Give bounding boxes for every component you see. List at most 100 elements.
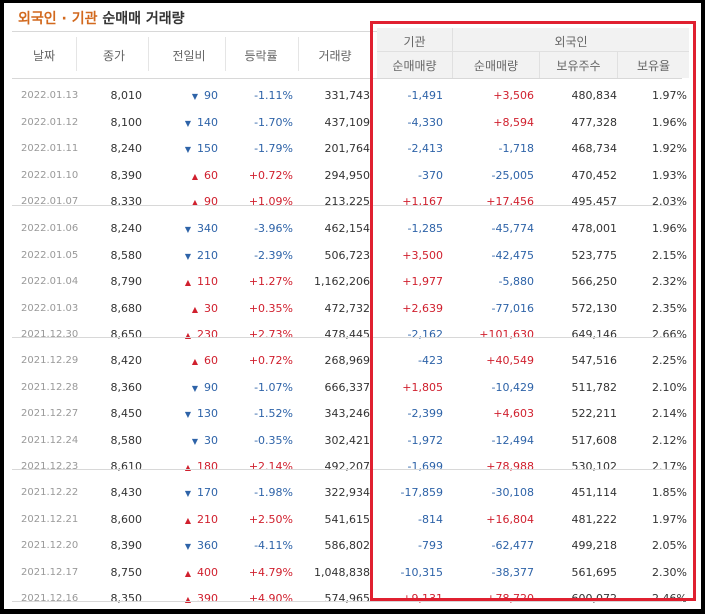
cell-change: ▲ 400	[152, 560, 218, 585]
cell-close: 8,680	[110, 301, 143, 315]
cell-change-value: 230	[197, 328, 218, 341]
cell-change: ▲ 110	[152, 269, 218, 294]
cell-volume: 294,950	[324, 168, 371, 182]
cell-change: ▲ 30	[152, 296, 218, 321]
cell-date: 2022.01.10	[21, 169, 79, 181]
cell-close: 8,450	[110, 407, 143, 420]
cell-date: 2022.01.13	[21, 90, 79, 101]
highlight-box	[370, 21, 696, 601]
cell-close: 8,610	[110, 460, 143, 473]
cell-change-value: 170	[197, 486, 218, 499]
cell-change: ▼ 90	[152, 375, 218, 400]
cell-date: 2022.01.03	[21, 302, 79, 314]
group-divider	[12, 601, 682, 602]
cell-change: ▼ 210	[152, 243, 218, 268]
cell-volume: 586,802	[324, 539, 371, 552]
cell-change: ▼ 150	[152, 136, 218, 161]
triangle-up-icon: ▲	[184, 331, 191, 340]
header-close: 종가	[102, 49, 126, 63]
triangle-down-icon: ▼	[191, 92, 198, 101]
header-volume: 거래량	[318, 49, 352, 63]
cell-change: ▲ 60	[152, 348, 218, 373]
cell-date: 2021.12.17	[21, 566, 79, 578]
cell-change-value: 60	[204, 354, 218, 367]
header-separator	[298, 37, 299, 71]
cell-rate: -1.11%	[254, 89, 293, 102]
cell-volume: 213,225	[324, 195, 371, 208]
cell-close: 8,360	[110, 380, 143, 394]
header-separator	[225, 37, 226, 71]
cell-volume: 472,732	[324, 301, 371, 315]
cell-close: 8,430	[110, 486, 143, 499]
cell-rate: -1.79%	[254, 142, 293, 155]
cell-volume: 492,207	[324, 460, 371, 473]
cell-change-value: 90	[204, 195, 218, 208]
cell-close: 8,390	[110, 539, 143, 552]
triangle-down-icon: ▼	[184, 489, 191, 498]
cell-close: 8,650	[110, 328, 143, 341]
title-accent: 외국인 · 기관	[18, 11, 98, 27]
cell-close: 8,330	[110, 195, 143, 208]
cell-change: ▼ 170	[152, 480, 218, 505]
cell-change-value: 180	[197, 460, 218, 473]
cell-change-value: 210	[197, 512, 218, 526]
cell-close: 8,600	[110, 512, 143, 526]
cell-change-value: 340	[197, 222, 218, 235]
cell-rate: -4.11%	[254, 539, 293, 552]
cell-volume: 1,162,206	[314, 275, 370, 288]
cell-date: 2022.01.07	[21, 196, 79, 207]
cell-change-value: 110	[197, 275, 218, 288]
cell-date: 2021.12.23	[21, 461, 79, 472]
cell-close: 8,390	[110, 168, 143, 182]
cell-change: ▲ 390	[152, 586, 218, 611]
cell-change-value: 90	[204, 380, 218, 394]
cell-close: 8,350	[110, 592, 143, 605]
canvas: 외국인 · 기관 순매매 거래량 날짜 종가 전일비 등락률 거래량 기관 외국…	[4, 3, 701, 609]
cell-rate: -3.96%	[254, 222, 293, 235]
cell-date: 2021.12.20	[21, 540, 79, 551]
triangle-down-icon: ▼	[191, 436, 198, 446]
cell-close: 8,240	[110, 222, 143, 235]
cell-change-value: 60	[204, 168, 218, 182]
cell-rate: +2.73%	[248, 328, 293, 341]
cell-rate: -1.07%	[254, 380, 293, 394]
cell-rate: +0.72%	[248, 168, 293, 182]
cell-date: 2021.12.24	[21, 434, 79, 446]
cell-rate: +1.09%	[248, 195, 293, 208]
cell-close: 8,240	[110, 142, 143, 155]
triangle-up-icon: ▲	[184, 278, 191, 287]
cell-close: 8,580	[110, 433, 143, 447]
cell-close: 8,750	[110, 565, 143, 579]
cell-close: 8,420	[110, 354, 143, 367]
cell-date: 2021.12.27	[21, 408, 79, 419]
cell-change-value: 130	[197, 407, 218, 420]
cell-rate: -2.39%	[254, 248, 293, 262]
cell-volume: 268,969	[324, 354, 371, 367]
cell-date: 2022.01.12	[21, 116, 79, 128]
triangle-up-icon: ▲	[184, 463, 191, 472]
cell-volume: 322,934	[324, 486, 371, 499]
cell-date: 2021.12.30	[21, 329, 79, 340]
cell-volume: 343,246	[324, 407, 371, 420]
cell-date: 2021.12.29	[21, 355, 79, 366]
cell-change-value: 360	[197, 539, 218, 552]
cell-rate: +0.72%	[248, 354, 293, 367]
cell-close: 8,580	[110, 248, 143, 262]
cell-change: ▼ 130	[152, 401, 218, 426]
cell-volume: 666,337	[324, 380, 371, 394]
cell-close: 8,790	[110, 275, 143, 288]
cell-date: 2021.12.16	[21, 593, 79, 604]
cell-volume: 506,723	[324, 248, 371, 262]
cell-volume: 1,048,838	[314, 565, 370, 579]
cell-date: 2022.01.04	[21, 276, 79, 287]
cell-change-value: 150	[197, 142, 218, 155]
cell-close: 8,010	[110, 89, 143, 102]
cell-change: ▲ 180	[152, 454, 218, 479]
triangle-down-icon: ▼	[184, 118, 191, 128]
triangle-down-icon: ▼	[184, 251, 191, 261]
cell-change-value: 400	[197, 565, 218, 579]
cell-date: 2022.01.05	[21, 249, 79, 261]
header-rate: 등락률	[244, 49, 278, 63]
cell-change: ▼ 90	[152, 83, 218, 108]
cell-rate: +0.35%	[248, 301, 293, 315]
